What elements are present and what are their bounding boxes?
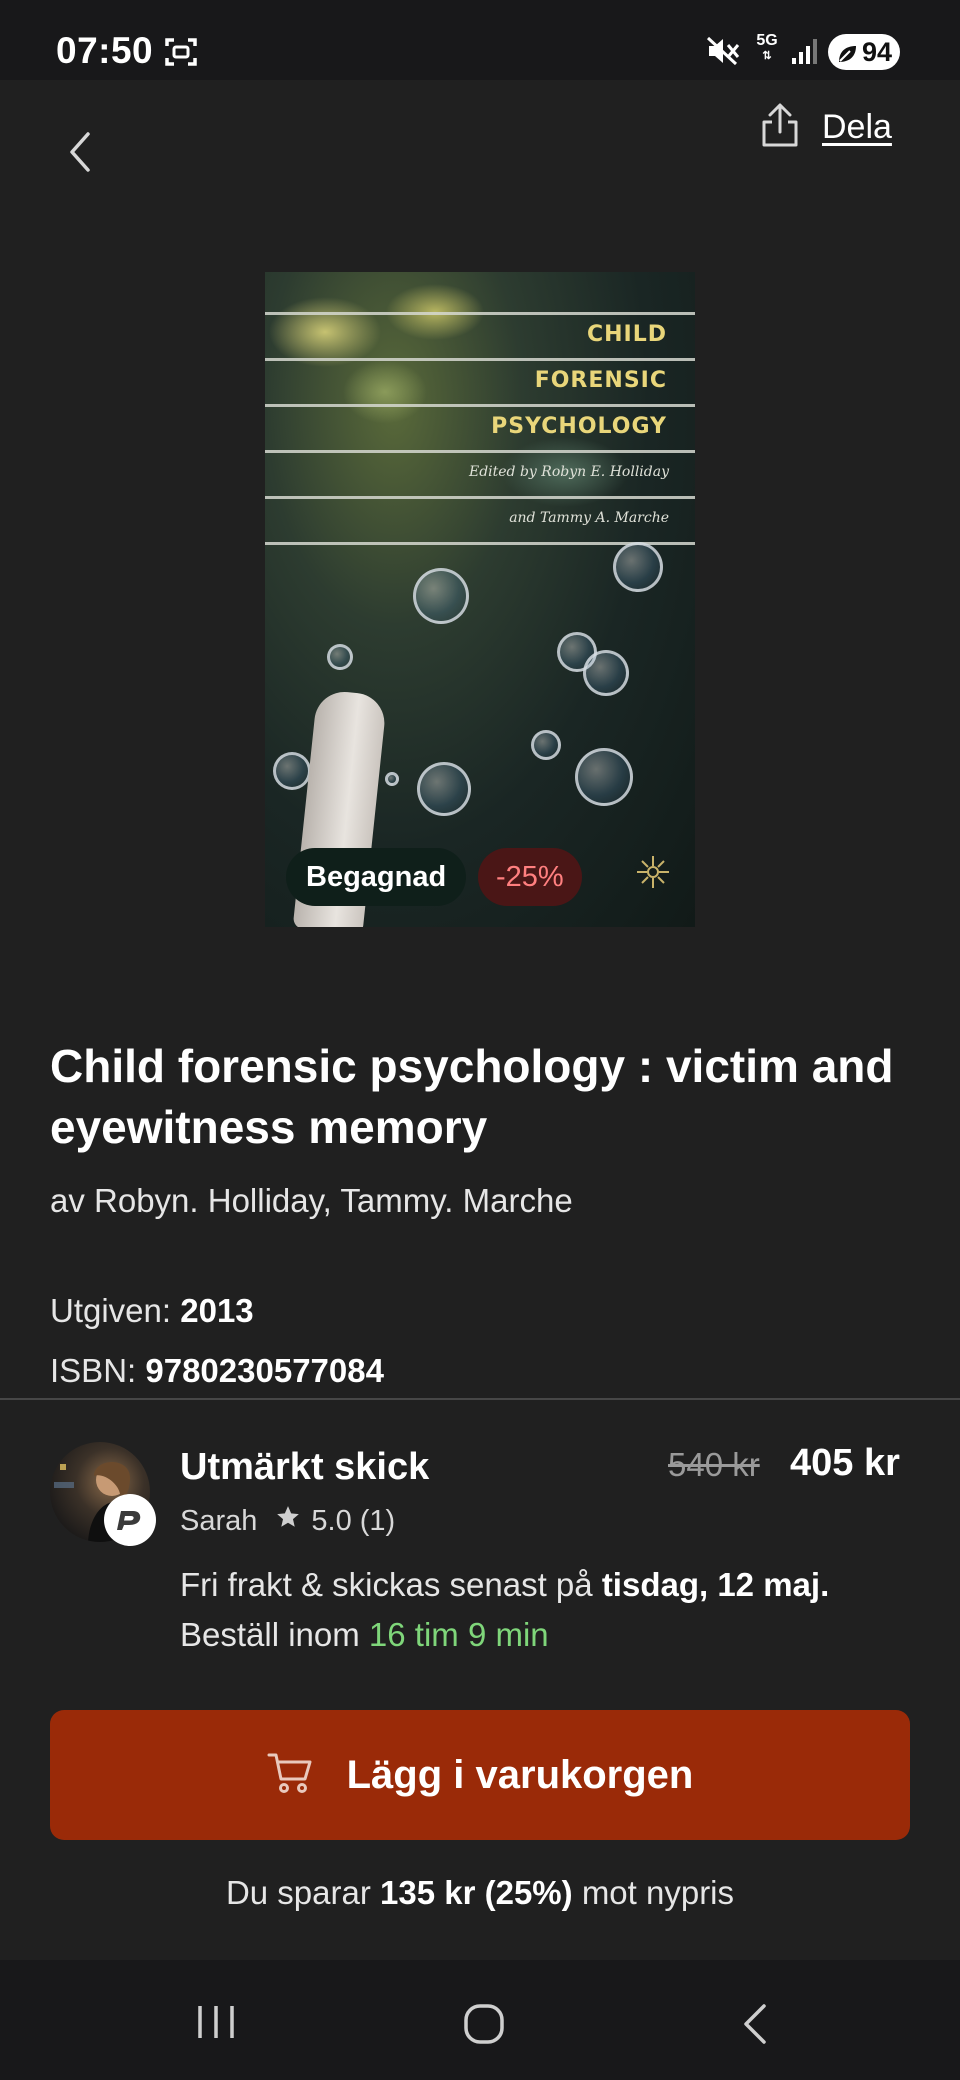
recent-apps-icon[interactable]: [196, 2004, 236, 2044]
isbn-value: 9780230577084: [145, 1352, 384, 1389]
share-button[interactable]: Dela: [760, 102, 892, 152]
bubble: [531, 730, 561, 760]
cover-editor-line: Edited by Robyn E. Holliday: [468, 464, 669, 480]
mute-icon: [706, 36, 740, 70]
cover-rule: [265, 496, 695, 499]
discount-badge: -25%: [478, 848, 582, 906]
cover-rule: [265, 312, 695, 315]
seller-name: Sarah: [180, 1504, 258, 1537]
bankid-badge-icon: [104, 1494, 156, 1546]
savings-text: Du sparar 135 kr (25%) mot nypris: [0, 1874, 960, 1912]
seller-rating-count: (1): [359, 1504, 396, 1537]
savings-suffix: mot nypris: [581, 1874, 735, 1911]
bubble: [417, 762, 471, 816]
home-icon[interactable]: [462, 2002, 506, 2050]
battery-level: 94: [861, 36, 892, 67]
isbn-row: ISBN: 9780230577084: [50, 1352, 384, 1390]
shipping-date: tisdag, 12 maj.: [601, 1566, 830, 1603]
screenshot-icon: [164, 36, 198, 72]
published-label: Utgiven:: [50, 1292, 172, 1329]
bubble: [273, 752, 311, 790]
original-price: 540 kr: [668, 1446, 760, 1483]
nav-back-icon[interactable]: [740, 2002, 770, 2050]
publisher-logo-icon: [633, 852, 673, 896]
cover-foliage: [265, 272, 695, 532]
seller-info[interactable]: Sarah 5.0 (1): [180, 1504, 395, 1538]
signal-icon: [790, 36, 820, 70]
back-button[interactable]: [60, 130, 100, 174]
battery-saver-icon: [836, 41, 858, 72]
cover-editor-line: and Tammy A. Marche: [509, 510, 669, 526]
share-icon: [760, 102, 800, 152]
network-label: 5G: [756, 32, 778, 49]
published-row: Utgiven: 2013: [50, 1292, 254, 1330]
add-to-cart-label: Lägg i varukorgen: [346, 1752, 694, 1797]
condition-badge: Begagnad: [286, 848, 467, 906]
product-page: 07:50 5G ⇅ 94 Dela CHILD FORENSIC PSYCHO…: [0, 0, 960, 2080]
order-within-label: Beställ inom: [180, 1616, 360, 1653]
book-cover-image: CHILD FORENSIC PSYCHOLOGY Edited by Roby…: [265, 272, 695, 927]
bubble: [575, 748, 633, 806]
status-bar: 07:50 5G ⇅ 94: [0, 0, 960, 80]
cover-rule: [265, 358, 695, 361]
savings-prefix: Du sparar: [225, 1874, 371, 1911]
cover-rule: [265, 404, 695, 407]
book-authors: av Robyn. Holliday, Tammy. Marche: [50, 1182, 573, 1219]
bubble: [583, 650, 629, 696]
bubble: [327, 644, 353, 670]
shipping-info: Fri frakt & skickas senast på tisdag, 12…: [180, 1566, 829, 1604]
book-title: Child forensic psychology : victim and e…: [50, 1040, 894, 1153]
star-icon: [275, 1504, 301, 1538]
published-value: 2013: [180, 1292, 254, 1329]
bubble: [613, 542, 663, 592]
offer-condition: Utmärkt skick: [180, 1446, 430, 1488]
sale-price: 405 kr: [790, 1442, 900, 1484]
savings-amount: 135 kr (25%): [380, 1874, 573, 1911]
isbn-label: ISBN:: [50, 1352, 137, 1389]
cover-title-line: FORENSIC: [534, 368, 667, 393]
status-time: 07:50: [56, 30, 154, 71]
bubble: [385, 772, 399, 786]
cover-rule: [265, 450, 695, 453]
bubble: [413, 568, 469, 624]
cover-title-line: PSYCHOLOGY: [491, 414, 667, 439]
network-5g-icon: 5G ⇅: [750, 32, 784, 62]
order-countdown: 16 tim 9 min: [368, 1616, 549, 1653]
add-to-cart-button[interactable]: Lägg i varukorgen: [50, 1710, 910, 1840]
data-arrows-icon: ⇅: [762, 50, 772, 62]
share-label: Dela: [822, 107, 892, 146]
battery-indicator: 94: [828, 34, 900, 70]
shipping-text: Fri frakt & skickas senast på: [180, 1566, 593, 1603]
order-deadline: Beställ inom 16 tim 9 min: [180, 1616, 549, 1654]
seller-rating: 5.0: [311, 1504, 352, 1537]
cart-icon: [267, 1751, 313, 1799]
system-nav-bar: [0, 1960, 960, 2080]
cover-title-line: CHILD: [586, 322, 667, 347]
